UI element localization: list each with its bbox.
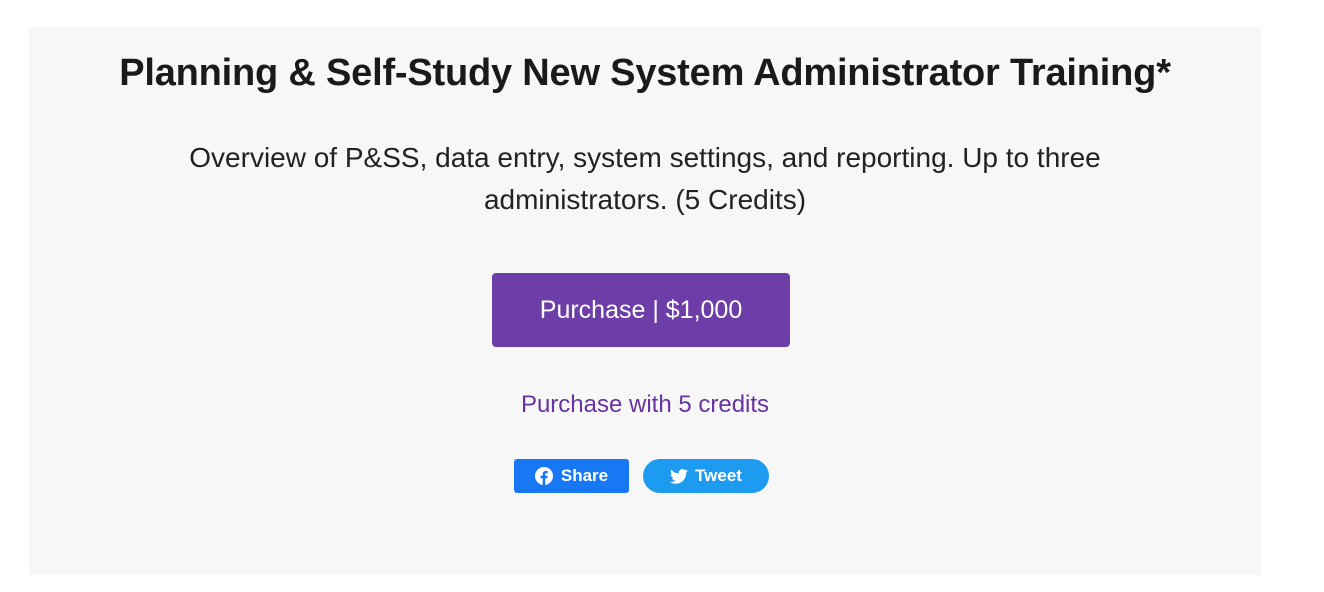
purchase-with-credits-link[interactable]: Purchase with 5 credits — [29, 385, 1261, 425]
product-description: Overview of P&SS, data entry, system set… — [189, 142, 1101, 215]
product-card: Planning & Self-Study New System Adminis… — [29, 27, 1261, 575]
twitter-tweet-label: Tweet — [695, 466, 742, 485]
purchase-button[interactable]: Purchase | $1,000 — [492, 273, 790, 347]
facebook-share-label: Share — [560, 466, 609, 485]
facebook-icon — [534, 467, 553, 485]
twitter-bird-icon — [670, 468, 689, 484]
product-title: Planning & Self-Study New System Adminis… — [119, 52, 1171, 94]
facebook-share-button[interactable]: Share — [514, 459, 629, 493]
twitter-tweet-button[interactable]: Tweet — [643, 459, 769, 493]
